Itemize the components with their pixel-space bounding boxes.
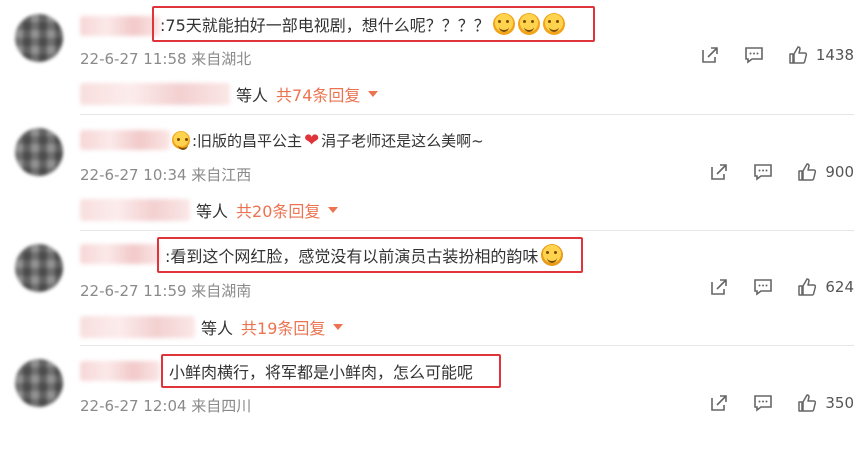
comment-actions: 350 [685, 393, 854, 413]
comment-button[interactable] [753, 277, 773, 297]
comment-text-line: :旧版的昌平公主 ❤ 涓子老师还是这么美啊~ [172, 128, 484, 152]
blush-emoji-icon [542, 13, 565, 35]
comment-text-highlighted: 小鲜肉横行，将军都是小鲜肉，怎么可能呢 [161, 354, 501, 388]
comment-button[interactable] [753, 393, 773, 413]
comment-text: :75天就能拍好一部电视剧，想什么呢？？？？ [160, 16, 490, 35]
divider [80, 345, 854, 346]
reply-summary[interactable]: 等人 共20条回复 [80, 198, 339, 222]
thumbs-up-icon [798, 278, 817, 296]
like-button[interactable]: 1438 [788, 45, 854, 65]
reply-who: 等人 [201, 319, 234, 338]
share-button[interactable] [709, 393, 729, 413]
comment-item: 小鲜肉横行，将军都是小鲜肉，怎么可能呢 22-6-27 12:04 来自四川 3… [0, 347, 866, 462]
like-count: 900 [825, 163, 854, 181]
reply-who: 等人 [236, 86, 269, 105]
avatar[interactable] [15, 359, 63, 407]
thumbs-up-icon [798, 394, 817, 412]
comment-actions: 1438 [676, 45, 854, 65]
comment-meta: 22-6-27 11:59 来自湖南 [80, 282, 252, 300]
comment-actions: 624 [685, 277, 854, 297]
comment-button[interactable] [744, 45, 764, 65]
thumbs-up-icon [789, 46, 807, 64]
comment-icon [745, 47, 763, 64]
replier-names-blurred [80, 199, 190, 221]
share-icon [711, 164, 728, 180]
chevron-down-icon[interactable] [368, 91, 379, 97]
crying-laugh-emoji-icon [541, 244, 564, 266]
heart-eyes-emoji-icon [172, 131, 190, 150]
share-icon [702, 47, 718, 63]
avatar[interactable] [15, 244, 63, 292]
comment-text: 小鲜肉横行，将军都是小鲜肉，怎么可能呢 [169, 363, 474, 382]
share-icon [711, 395, 728, 411]
divider [80, 230, 854, 231]
username-blurred[interactable] [80, 16, 160, 36]
comment-item: :旧版的昌平公主 ❤ 涓子老师还是这么美啊~ 22-6-27 10:34 来自江… [0, 116, 866, 231]
comment-meta: 22-6-27 11:58 来自湖北 [80, 50, 252, 68]
comment-meta: 22-6-27 10:34 来自江西 [80, 166, 252, 184]
share-icon [711, 279, 728, 295]
comment-text: :看到这个网红脸，感觉没有以前演员古装扮相的韵味 [165, 247, 539, 266]
chevron-down-icon[interactable] [328, 207, 339, 213]
like-count: 1438 [815, 46, 854, 64]
comment-text-highlighted: :75天就能拍好一部电视剧，想什么呢？？？？ [152, 6, 595, 42]
blush-emoji-icon [517, 13, 540, 35]
like-button[interactable]: 900 [797, 162, 854, 182]
share-button[interactable] [700, 45, 720, 65]
comment-meta: 22-6-27 12:04 来自四川 [80, 397, 252, 415]
reply-summary[interactable]: 等人 共74条回复 [80, 82, 379, 106]
username-blurred[interactable] [80, 130, 170, 150]
username-blurred[interactable] [80, 244, 160, 264]
comment-text-highlighted: :看到这个网红脸，感觉没有以前演员古装扮相的韵味 [157, 237, 583, 273]
like-count: 350 [825, 394, 854, 412]
heart-icon: ❤ [304, 129, 320, 151]
reply-total-link[interactable]: 共20条回复 [236, 198, 320, 222]
share-button[interactable] [709, 277, 729, 297]
divider [80, 114, 854, 115]
comment-actions: 900 [685, 162, 854, 182]
comment-text-a: :旧版的昌平公主 [192, 131, 303, 150]
thumbs-up-icon [798, 163, 817, 181]
comment-item: :看到这个网红脸，感觉没有以前演员古装扮相的韵味 22-6-27 11:59 来… [0, 232, 866, 347]
like-button[interactable]: 624 [797, 277, 854, 297]
reply-total-link[interactable]: 共74条回复 [276, 82, 360, 106]
comment-text-b: 涓子老师还是这么美啊~ [321, 131, 484, 150]
avatar[interactable] [15, 128, 63, 176]
comment-icon [754, 164, 773, 181]
replier-names-blurred [80, 83, 230, 105]
comment-item: :75天就能拍好一部电视剧，想什么呢？？？？ 22-6-27 11:58 来自湖… [0, 0, 866, 115]
avatar[interactable] [15, 14, 63, 62]
like-count: 624 [825, 278, 854, 296]
share-button[interactable] [709, 162, 729, 182]
reply-summary[interactable]: 等人 共19条回复 [80, 315, 344, 339]
chevron-down-icon[interactable] [333, 324, 344, 330]
replier-names-blurred [80, 316, 195, 338]
reply-who: 等人 [196, 202, 229, 221]
comment-button[interactable] [753, 162, 773, 182]
like-button[interactable]: 350 [797, 393, 854, 413]
reply-total-link[interactable]: 共19条回复 [241, 315, 325, 339]
comment-icon [754, 279, 773, 296]
blush-emoji-icon [492, 13, 515, 35]
comment-icon [754, 395, 773, 412]
username-blurred[interactable] [80, 361, 160, 381]
